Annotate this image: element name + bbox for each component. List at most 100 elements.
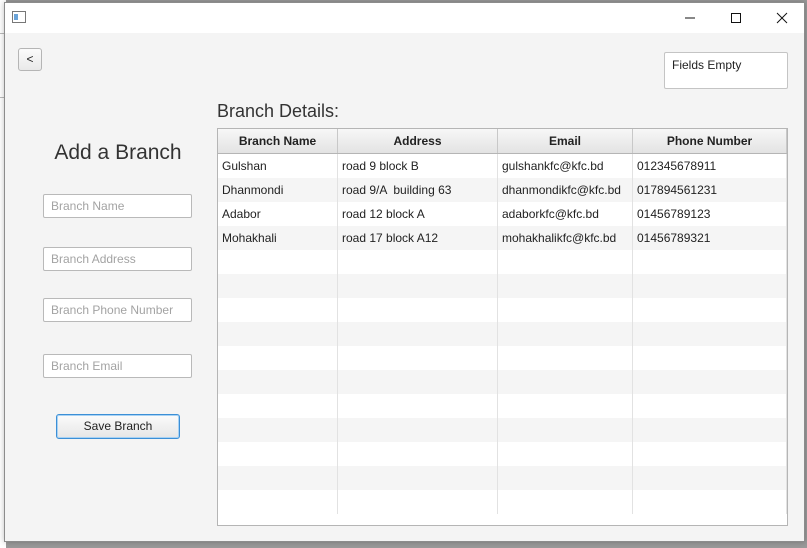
cell-address: [338, 274, 498, 298]
cell-email: [498, 370, 633, 394]
cell-address: road 17 block A12: [338, 226, 498, 250]
table-row[interactable]: [218, 466, 787, 490]
cell-phone-number: [633, 322, 787, 346]
cell-email: [498, 442, 633, 466]
branch-table[interactable]: Branch Name Address Email Phone Number G…: [217, 128, 788, 526]
cell-address: [338, 490, 498, 514]
title-bar: [5, 3, 804, 33]
maximize-button[interactable]: [713, 3, 759, 33]
cell-branch-name: [218, 418, 338, 442]
cell-address: road 9/A building 63: [338, 178, 498, 202]
cell-email: [498, 418, 633, 442]
cell-branch-name: [218, 394, 338, 418]
cell-address: [338, 394, 498, 418]
cell-email: [498, 346, 633, 370]
cell-email: [498, 298, 633, 322]
cell-address: [338, 322, 498, 346]
cell-phone-number: [633, 490, 787, 514]
cell-phone-number: [633, 298, 787, 322]
cell-phone-number: [633, 442, 787, 466]
cell-email: mohakhalikfc@kfc.bd: [498, 226, 633, 250]
cell-branch-name: [218, 250, 338, 274]
cell-address: [338, 346, 498, 370]
table-row[interactable]: [218, 346, 787, 370]
close-button[interactable]: [759, 3, 805, 33]
branch-email-input[interactable]: [43, 354, 192, 378]
status-message: Fields Empty: [664, 52, 788, 89]
cell-branch-name: Gulshan: [218, 154, 338, 178]
cell-email: [498, 274, 633, 298]
table-title: Branch Details:: [217, 101, 340, 121]
cell-address: road 12 block A: [338, 202, 498, 226]
cell-branch-name: Adabor: [218, 202, 338, 226]
cell-phone-number: 012345678911: [633, 154, 787, 178]
cell-branch-name: [218, 322, 338, 346]
table-row[interactable]: [218, 250, 787, 274]
column-header-email[interactable]: Email: [498, 129, 633, 153]
cell-branch-name: [218, 298, 338, 322]
cell-branch-name: [218, 442, 338, 466]
cell-email: [498, 250, 633, 274]
table-row[interactable]: [218, 490, 787, 514]
cell-address: [338, 298, 498, 322]
cell-branch-name: [218, 370, 338, 394]
cell-email: [498, 466, 633, 490]
table-row[interactable]: Mohakhali road 17 block A12 mohakhalikfc@k…: [218, 226, 787, 250]
table-row[interactable]: [218, 418, 787, 442]
table-row[interactable]: [218, 394, 787, 418]
cell-address: road 9 block B: [338, 154, 498, 178]
cell-phone-number: 017894561231: [633, 178, 787, 202]
cell-branch-name: [218, 466, 338, 490]
cell-phone-number: [633, 250, 787, 274]
cell-phone-number: [633, 346, 787, 370]
table-row[interactable]: [218, 322, 787, 346]
cell-address: [338, 442, 498, 466]
table-body: Gulshan road 9 block Bgulshankfc@kfc.bd 01…: [218, 154, 787, 514]
cell-branch-name: [218, 490, 338, 514]
cell-phone-number: [633, 418, 787, 442]
table-header: Branch Name Address Email Phone Number: [218, 129, 787, 154]
cell-address: [338, 250, 498, 274]
branch-name-input[interactable]: [43, 194, 192, 218]
column-header-phone-number[interactable]: Phone Number: [633, 129, 787, 153]
cell-address: [338, 370, 498, 394]
minimize-icon: [685, 17, 695, 19]
cell-phone-number: 01456789321: [633, 226, 787, 250]
table-row[interactable]: [218, 298, 787, 322]
cell-address: [338, 466, 498, 490]
save-branch-button[interactable]: Save Branch: [56, 414, 180, 439]
form-title: Add a Branch: [54, 141, 182, 164]
cell-phone-number: [633, 274, 787, 298]
table-row[interactable]: [218, 442, 787, 466]
cell-phone-number: [633, 370, 787, 394]
branch-address-input[interactable]: [43, 247, 192, 271]
table-row[interactable]: Adabor road 12 block Aadaborkfc@kfc.bd 014…: [218, 202, 787, 226]
table-row[interactable]: Dhanmondi road 9/A building 63 dhanmondikf…: [218, 178, 787, 202]
cell-email: dhanmondikfc@kfc.bd: [498, 178, 633, 202]
maximize-icon: [731, 13, 741, 23]
cell-branch-name: [218, 346, 338, 370]
table-row[interactable]: [218, 370, 787, 394]
branch-phone-input[interactable]: [43, 298, 192, 322]
cell-phone-number: 01456789123: [633, 202, 787, 226]
app-icon: [12, 11, 26, 23]
cell-email: gulshankfc@kfc.bd: [498, 154, 633, 178]
cell-email: [498, 490, 633, 514]
minimize-button[interactable]: [667, 3, 713, 33]
cell-address: [338, 418, 498, 442]
cell-phone-number: [633, 394, 787, 418]
app-window: < Fields Empty Add a Branch Save Branch …: [4, 2, 805, 542]
cell-branch-name: Mohakhali: [218, 226, 338, 250]
close-icon: [776, 12, 788, 24]
cell-email: [498, 322, 633, 346]
back-button[interactable]: <: [18, 48, 42, 71]
cell-phone-number: [633, 466, 787, 490]
cell-branch-name: [218, 274, 338, 298]
column-header-address[interactable]: Address: [338, 129, 498, 153]
column-header-branch-name[interactable]: Branch Name: [218, 129, 338, 153]
cell-email: adaborkfc@kfc.bd: [498, 202, 633, 226]
table-row[interactable]: Gulshan road 9 block Bgulshankfc@kfc.bd 01…: [218, 154, 787, 178]
cell-email: [498, 394, 633, 418]
table-row[interactable]: [218, 274, 787, 298]
cell-branch-name: Dhanmondi: [218, 178, 338, 202]
